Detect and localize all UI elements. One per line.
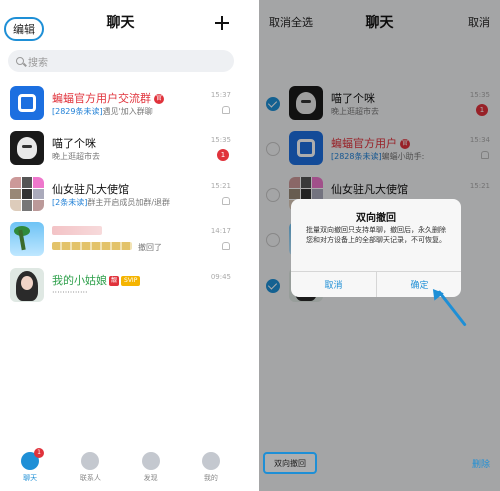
mute-bell-icon bbox=[221, 242, 230, 250]
svip-badge: SVIP bbox=[121, 276, 141, 286]
chat-preview: 撤回了 bbox=[138, 243, 162, 252]
contacts-icon bbox=[81, 452, 100, 470]
chat-preview: 晚上逛超市去 bbox=[52, 152, 100, 161]
chat-preview: [2829条未读]遇见'加入群聊 bbox=[52, 107, 153, 116]
mute-bell-icon bbox=[221, 197, 230, 205]
chat-preview: [2条未读]群主开启成员加群/退群 bbox=[52, 198, 171, 207]
page-title: 聊天 bbox=[106, 15, 135, 31]
avatar bbox=[10, 86, 44, 120]
person-icon bbox=[201, 452, 220, 470]
chat-row[interactable]: 我的小姑娘靓 SVIP ·············· 09:45 bbox=[0, 264, 241, 308]
tab-label: 联系人 bbox=[79, 474, 101, 482]
chat-row[interactable]: 喵了个咪 晚上逛超市去 15:35 1 bbox=[0, 127, 241, 171]
tab-badge: 1 bbox=[34, 448, 44, 458]
planet-icon bbox=[141, 452, 160, 470]
tab-chat[interactable]: 1 聊天 bbox=[0, 446, 60, 491]
avatar bbox=[10, 131, 44, 165]
tab-contacts[interactable]: 联系人 bbox=[60, 446, 120, 491]
tab-label: 我的 bbox=[203, 474, 218, 482]
blurred-preview bbox=[52, 242, 132, 250]
search-input[interactable]: 搜索 bbox=[8, 50, 234, 72]
chat-row[interactable]: 蝙蝠官方用户交流群官 [2829条未读]遇见'加入群聊 15:37 bbox=[0, 82, 241, 126]
dialog-confirm-button[interactable]: 确定 bbox=[377, 271, 461, 297]
dialog-title: 双向撤回 bbox=[356, 213, 396, 224]
dialog-cancel-button[interactable]: 取消 bbox=[291, 271, 376, 297]
chat-preview: ·············· bbox=[52, 288, 88, 297]
unread-badge: 1 bbox=[217, 149, 229, 161]
screenshot-root: 编辑 聊天 搜索 蝙蝠官方用户交流群官 [2829条未读]遇见'加入群聊 15:… bbox=[0, 0, 500, 491]
delete-button[interactable]: 删除 bbox=[472, 457, 490, 470]
avatar bbox=[10, 268, 44, 302]
chat-time: 15:21 bbox=[210, 182, 231, 190]
search-icon bbox=[16, 57, 24, 65]
header: 编辑 聊天 bbox=[0, 0, 241, 44]
chat-list-screen: 编辑 聊天 搜索 蝙蝠官方用户交流群官 [2829条未读]遇见'加入群聊 15:… bbox=[0, 0, 241, 491]
chat-name: 蝙蝠官方用户交流群官 bbox=[52, 92, 164, 105]
edit-button[interactable]: 编辑 bbox=[4, 17, 44, 41]
chat-row[interactable]: 撤回了 14:17 bbox=[0, 218, 241, 262]
two-way-recall-button[interactable]: 双向撤回 bbox=[263, 452, 317, 474]
chat-row[interactable]: 仙女驻凡大使馆 [2条未读]群主开启成员加群/退群 15:21 bbox=[0, 173, 241, 217]
shield-icon bbox=[18, 94, 36, 112]
multi-select-screen: 取消全选 聊天 取消 喵了个咪 晚上逛超市去 15:35 1 蝙蝠官方用户官 [… bbox=[259, 0, 500, 491]
group-avatar bbox=[10, 177, 44, 211]
chat-time: 14:17 bbox=[210, 227, 231, 235]
tab-label: 聊天 bbox=[23, 474, 38, 482]
chat-name: 喵了个咪 bbox=[52, 137, 96, 150]
search-placeholder: 搜索 bbox=[28, 57, 48, 69]
official-badge: 官 bbox=[154, 94, 164, 104]
blurred-name bbox=[52, 226, 102, 235]
chat-time: 15:37 bbox=[210, 91, 231, 99]
tab-bar: 1 聊天 联系人 发现 我的 bbox=[0, 446, 241, 491]
vip-badge: 靓 bbox=[109, 276, 120, 286]
tab-label: 发现 bbox=[143, 474, 158, 482]
tab-discover[interactable]: 发现 bbox=[121, 446, 181, 491]
recall-dialog: 双向撤回 批量双向撤回只支持单聊，撤回后，永久删除您和对方设备上的全部聊天记录，… bbox=[291, 199, 461, 297]
plus-icon[interactable] bbox=[215, 16, 229, 30]
chat-time: 15:35 bbox=[210, 136, 231, 144]
chat-time: 09:45 bbox=[210, 273, 231, 281]
avatar bbox=[10, 222, 44, 256]
dialog-message: 批量双向撤回只支持单聊，撤回后，永久删除您和对方设备上的全部聊天记录，不可恢复。 bbox=[306, 226, 446, 244]
chat-name: 我的小姑娘靓 SVIP bbox=[52, 272, 141, 288]
chat-name: 仙女驻凡大使馆 bbox=[52, 183, 129, 196]
mute-bell-icon bbox=[221, 106, 230, 114]
tab-me[interactable]: 我的 bbox=[181, 446, 241, 491]
